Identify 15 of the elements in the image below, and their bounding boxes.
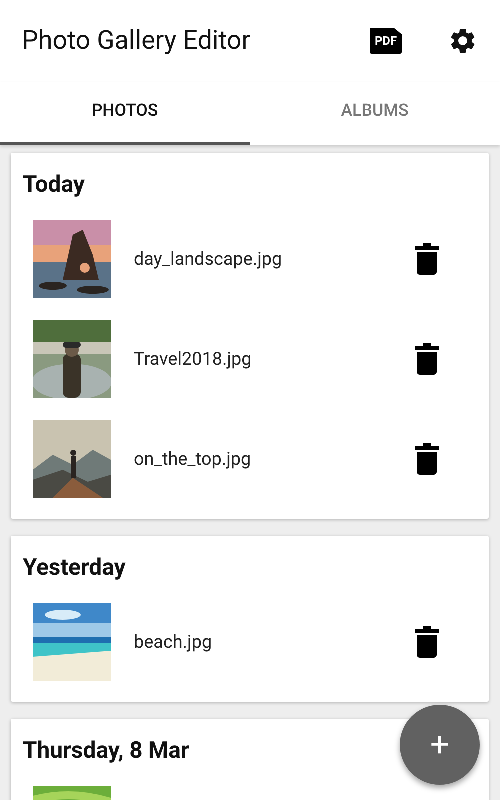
file-name: day_landscape.jpg xyxy=(134,248,284,272)
tab[interactable]: ALBUMS xyxy=(250,82,500,145)
pdf-button[interactable]: PDF xyxy=(370,28,402,54)
trash-icon[interactable] xyxy=(415,443,439,475)
trash-icon[interactable] xyxy=(415,343,439,375)
file-name: Travel2018.jpg xyxy=(134,348,253,372)
tab[interactable]: PHOTOS xyxy=(0,82,250,145)
app-title: Photo Gallery Editor xyxy=(22,24,252,58)
trash-icon[interactable] xyxy=(415,626,439,658)
section-heading: Yesterday xyxy=(23,554,126,582)
file-name: on_the_top.jpg xyxy=(134,448,252,472)
section-heading: Today xyxy=(23,171,85,199)
section-heading: Thursday, 8 Mar xyxy=(23,737,190,765)
trash-icon[interactable] xyxy=(415,243,439,275)
file-name: beach.jpg xyxy=(134,630,214,654)
